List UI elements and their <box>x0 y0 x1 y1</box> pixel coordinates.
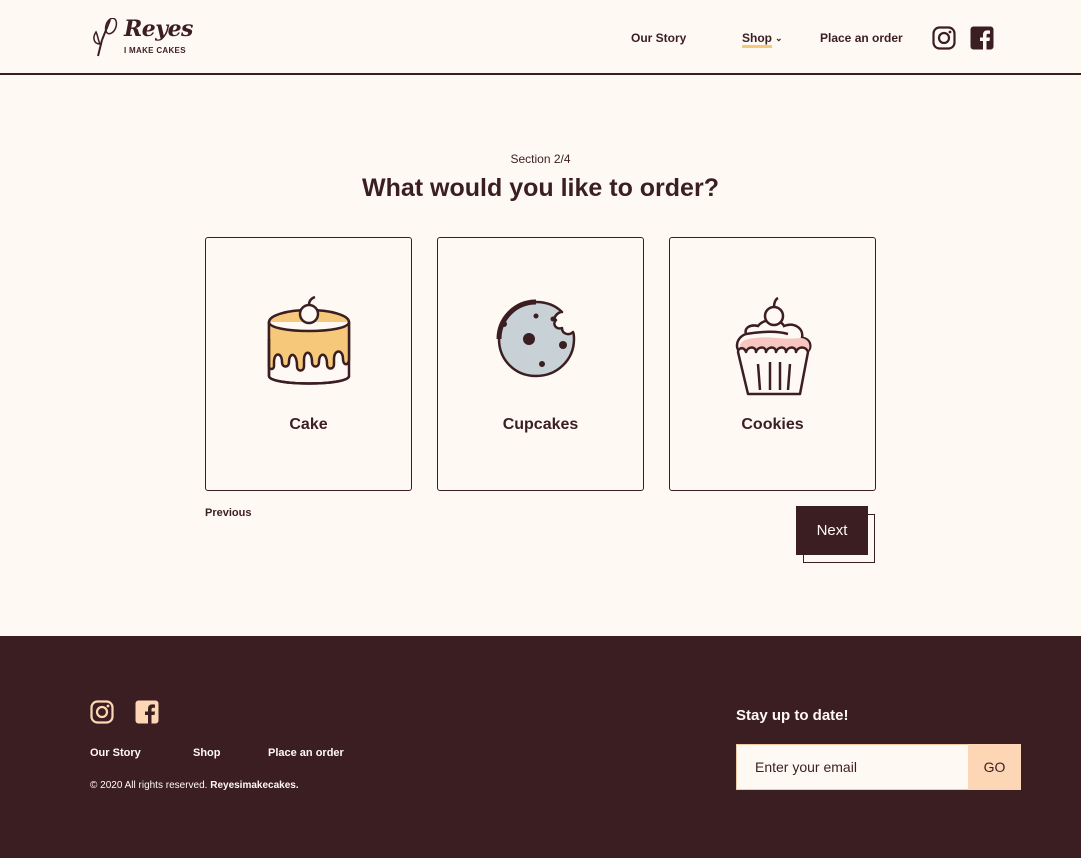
cake-icon <box>267 295 350 385</box>
nav-our-story[interactable]: Our Story <box>631 31 686 45</box>
previous-link[interactable]: Previous <box>205 507 251 519</box>
brand-logo[interactable]: Reyes I MAKE CAKES <box>90 16 193 60</box>
footer-link-our-story[interactable]: Our Story <box>90 747 141 759</box>
copyright-brand: Reyesimakecakes. <box>210 780 299 791</box>
page-title: What would you like to order? <box>362 174 719 202</box>
option-card-cupcakes[interactable]: Cupcakes <box>437 237 644 491</box>
site-header: Reyes I MAKE CAKES Our Story Shop ⌄ Place… <box>0 0 1081 75</box>
nav-place-order[interactable]: Place an order <box>820 31 903 45</box>
footer-link-shop[interactable]: Shop <box>193 747 221 759</box>
instagram-icon[interactable] <box>90 700 114 724</box>
nav-shop-label: Shop <box>742 31 772 48</box>
footer-link-place-order[interactable]: Place an order <box>268 747 344 759</box>
section-indicator: Section 2/4 <box>510 152 571 166</box>
copyright-text: © 2020 All rights reserved. <box>90 780 211 791</box>
chevron-down-icon: ⌄ <box>775 33 783 43</box>
option-card-cookies[interactable]: Cookies <box>669 237 876 491</box>
email-field[interactable] <box>736 744 969 790</box>
newsletter-title: Stay up to date! <box>736 707 849 724</box>
option-label: Cookies <box>741 416 804 433</box>
copyright: © 2020 All rights reserved. Reyesimakeca… <box>90 780 299 791</box>
facebook-icon[interactable] <box>135 700 159 724</box>
subscribe-button[interactable]: GO <box>968 744 1021 790</box>
option-label: Cupcakes <box>502 416 579 433</box>
next-button[interactable]: Next <box>796 506 868 555</box>
cookie-icon <box>496 299 575 378</box>
cupcake-icon <box>735 296 811 396</box>
brand-name: Reyes <box>124 16 193 42</box>
nav-shop[interactable]: Shop ⌄ <box>742 31 783 48</box>
brand-tagline: I MAKE CAKES <box>124 46 186 55</box>
whisk-icon <box>93 18 118 57</box>
instagram-icon[interactable] <box>932 26 956 50</box>
option-card-cake[interactable]: Cake <box>205 237 412 491</box>
option-label: Cake <box>289 416 328 433</box>
facebook-icon[interactable] <box>970 26 994 50</box>
site-footer: Our Story Shop Place an order © 2020 All… <box>0 636 1081 858</box>
